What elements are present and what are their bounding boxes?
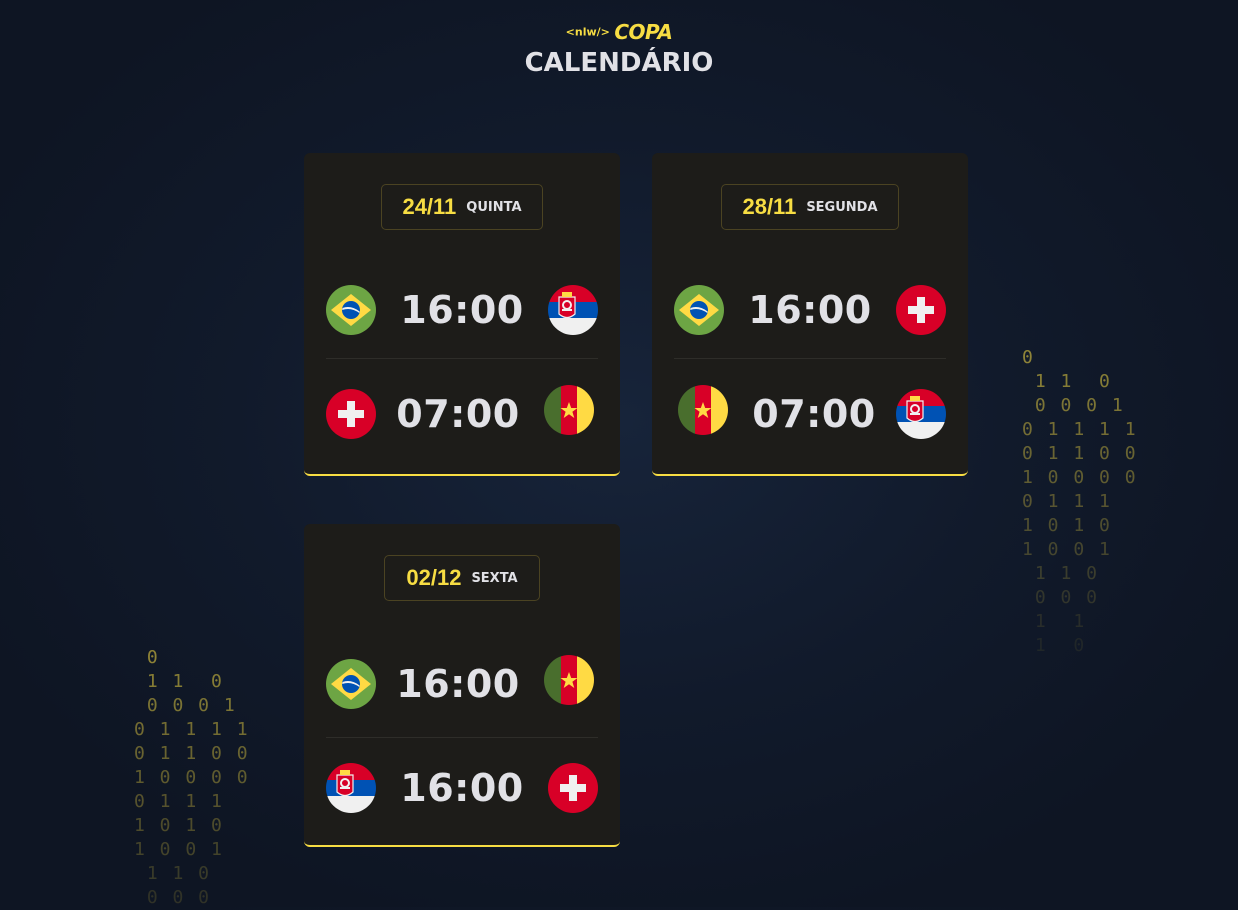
date-label: 28/11 bbox=[742, 194, 797, 219]
binary-line: 0 0 0 bbox=[134, 887, 212, 908]
binary-line: 0 1 1 1 1 bbox=[134, 719, 250, 740]
binary-line: 0 1 1 0 0 bbox=[1022, 443, 1138, 464]
binary-line: 1 1 0 bbox=[134, 863, 212, 884]
game-row: 16:00 bbox=[326, 655, 598, 709]
serbia-flag-icon bbox=[896, 389, 946, 439]
match-day-card: 28/11 SEGUNDA 16:00 07:00 bbox=[652, 153, 968, 476]
match-day-card: 24/11 QUINTA 16:00 07:00 bbox=[304, 153, 620, 476]
divider bbox=[326, 358, 598, 359]
game-row: 07:00 bbox=[674, 385, 946, 439]
binary-line: 1 0 0 0 0 bbox=[1022, 467, 1138, 488]
weekday-label: QUINTA bbox=[466, 199, 522, 215]
binary-decoration: 0 1 1 0 0 0 0 1 0 1 1 1 1 0 1 1 0 0 1 0 0 0… bbox=[134, 646, 250, 910]
binary-line: 0 0 0 1 bbox=[134, 695, 237, 716]
app-logo: <nlw/> COPA bbox=[0, 20, 1238, 44]
binary-line: 1 1 0 bbox=[134, 671, 224, 692]
logo-tag: <nlw/> bbox=[565, 25, 610, 39]
binary-line: 1 0 0 1 bbox=[134, 839, 224, 860]
date-label: 02/12 bbox=[406, 565, 462, 590]
cameroon-flag-icon bbox=[544, 385, 594, 435]
game-row: 07:00 bbox=[326, 385, 598, 439]
game-row: 16:00 bbox=[674, 285, 946, 335]
binary-decoration: 0 1 1 0 0 0 0 1 0 1 1 1 1 0 1 1 0 0 1 0 0 0… bbox=[1022, 346, 1138, 658]
binary-line: 0 1 1 1 bbox=[1022, 491, 1112, 512]
binary-line: 1 1 bbox=[1022, 611, 1087, 632]
binary-line: 1 0 0 1 bbox=[1022, 539, 1112, 560]
binary-line: 1 0 1 0 bbox=[134, 815, 224, 836]
weekday-label: SEGUNDA bbox=[806, 199, 878, 215]
weekday-label: SEXTA bbox=[471, 570, 518, 586]
divider bbox=[326, 737, 598, 738]
binary-line: 1 1 0 bbox=[1022, 371, 1112, 392]
date-label: 24/11 bbox=[402, 194, 457, 219]
binary-line: 0 1 1 1 1 bbox=[1022, 419, 1138, 440]
match-day-card: 02/12 SEXTA 16:00 16:00 bbox=[304, 524, 620, 847]
binary-line: 1 0 1 0 bbox=[1022, 515, 1112, 536]
binary-line: 0 0 0 1 bbox=[1022, 395, 1125, 416]
date-badge: 02/12 SEXTA bbox=[384, 555, 540, 601]
binary-line: 0 bbox=[1022, 347, 1035, 368]
binary-line: 1 0 bbox=[1022, 635, 1087, 656]
switzerland-flag-icon bbox=[548, 763, 598, 813]
binary-line: 0 bbox=[134, 647, 160, 668]
game-row: 16:00 bbox=[326, 763, 598, 813]
date-badge: 24/11 QUINTA bbox=[381, 184, 543, 230]
date-badge: 28/11 SEGUNDA bbox=[721, 184, 899, 230]
binary-line: 1 1 0 bbox=[1022, 563, 1100, 584]
binary-line: 0 0 0 bbox=[1022, 587, 1100, 608]
cameroon-flag-icon bbox=[544, 655, 594, 705]
binary-line: 0 1 1 0 0 bbox=[134, 743, 250, 764]
serbia-flag-icon bbox=[548, 285, 598, 335]
logo-word: COPA bbox=[614, 20, 673, 44]
divider bbox=[674, 358, 946, 359]
switzerland-flag-icon bbox=[896, 285, 946, 335]
game-row: 16:00 bbox=[326, 285, 598, 335]
page-title: CALENDÁRIO bbox=[524, 48, 714, 78]
binary-line: 1 0 0 0 0 bbox=[134, 767, 250, 788]
binary-line: 0 1 1 1 bbox=[134, 791, 224, 812]
